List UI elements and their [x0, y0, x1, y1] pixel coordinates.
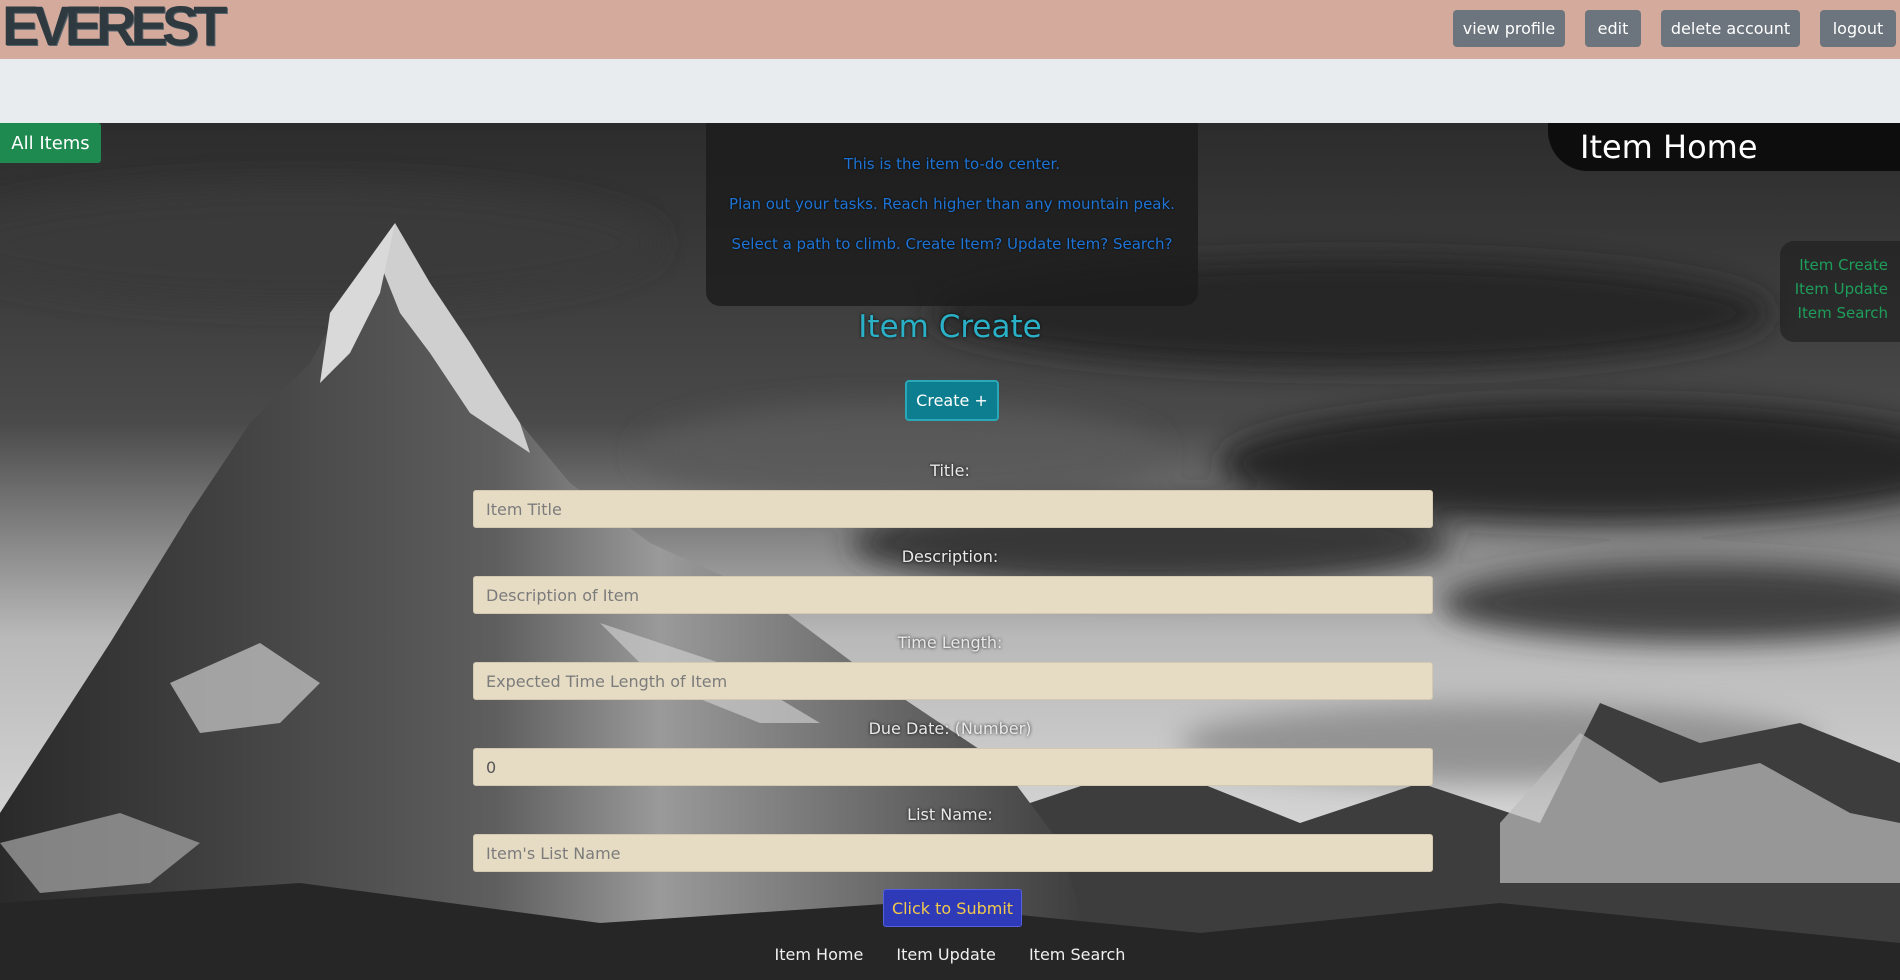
everest-logo[interactable]: EVEREST [2, 0, 227, 56]
logout-button[interactable]: logout [1820, 10, 1896, 47]
intro-line: This is the item to-do center. [843, 155, 1061, 173]
submit-button[interactable]: Click to Submit [883, 889, 1022, 927]
side-nav-item-create[interactable]: Item Create [1780, 253, 1888, 277]
top-navbar: EVEREST view profile edit delete account… [0, 0, 1900, 59]
page-title: Item Home [1548, 123, 1900, 171]
title-input[interactable] [473, 490, 1433, 528]
list-name-input[interactable] [473, 834, 1433, 872]
description-input[interactable] [473, 576, 1433, 614]
footer-link-item-home[interactable]: Item Home [775, 945, 864, 964]
section-title: Item Create [858, 309, 1042, 345]
delete-account-button[interactable]: delete account [1661, 10, 1800, 47]
side-nav-item-update[interactable]: Item Update [1780, 277, 1888, 301]
hero-section: All Items This is the item to-do center.… [0, 123, 1900, 980]
create-toggle-button[interactable]: Create + [905, 380, 999, 421]
all-items-button[interactable]: All Items [0, 123, 101, 163]
footer-nav: Item Home Item Update Item Search [0, 945, 1900, 964]
due-date-input[interactable] [473, 748, 1433, 786]
page-title-text: Item Home [1580, 128, 1758, 166]
list-name-label: List Name: [907, 805, 993, 824]
time-length-input[interactable] [473, 662, 1433, 700]
view-profile-button[interactable]: view profile [1453, 10, 1565, 47]
intro-line: Select a path to climb. Create Item? Upd… [731, 235, 1173, 253]
intro-line: Plan out your tasks. Reach higher than a… [729, 195, 1175, 213]
description-label: Description: [901, 547, 999, 566]
edit-button[interactable]: edit [1585, 10, 1641, 47]
intro-panel: This is the item to-do center. Plan out … [706, 123, 1198, 306]
footer-link-item-search[interactable]: Item Search [1029, 945, 1125, 964]
due-date-label: Due Date: (Number) [868, 719, 1032, 738]
title-label: Title: [930, 461, 970, 480]
time-length-label: Time Length: [897, 633, 1003, 652]
navbar-spacer [0, 59, 1900, 123]
footer-link-item-update[interactable]: Item Update [896, 945, 995, 964]
